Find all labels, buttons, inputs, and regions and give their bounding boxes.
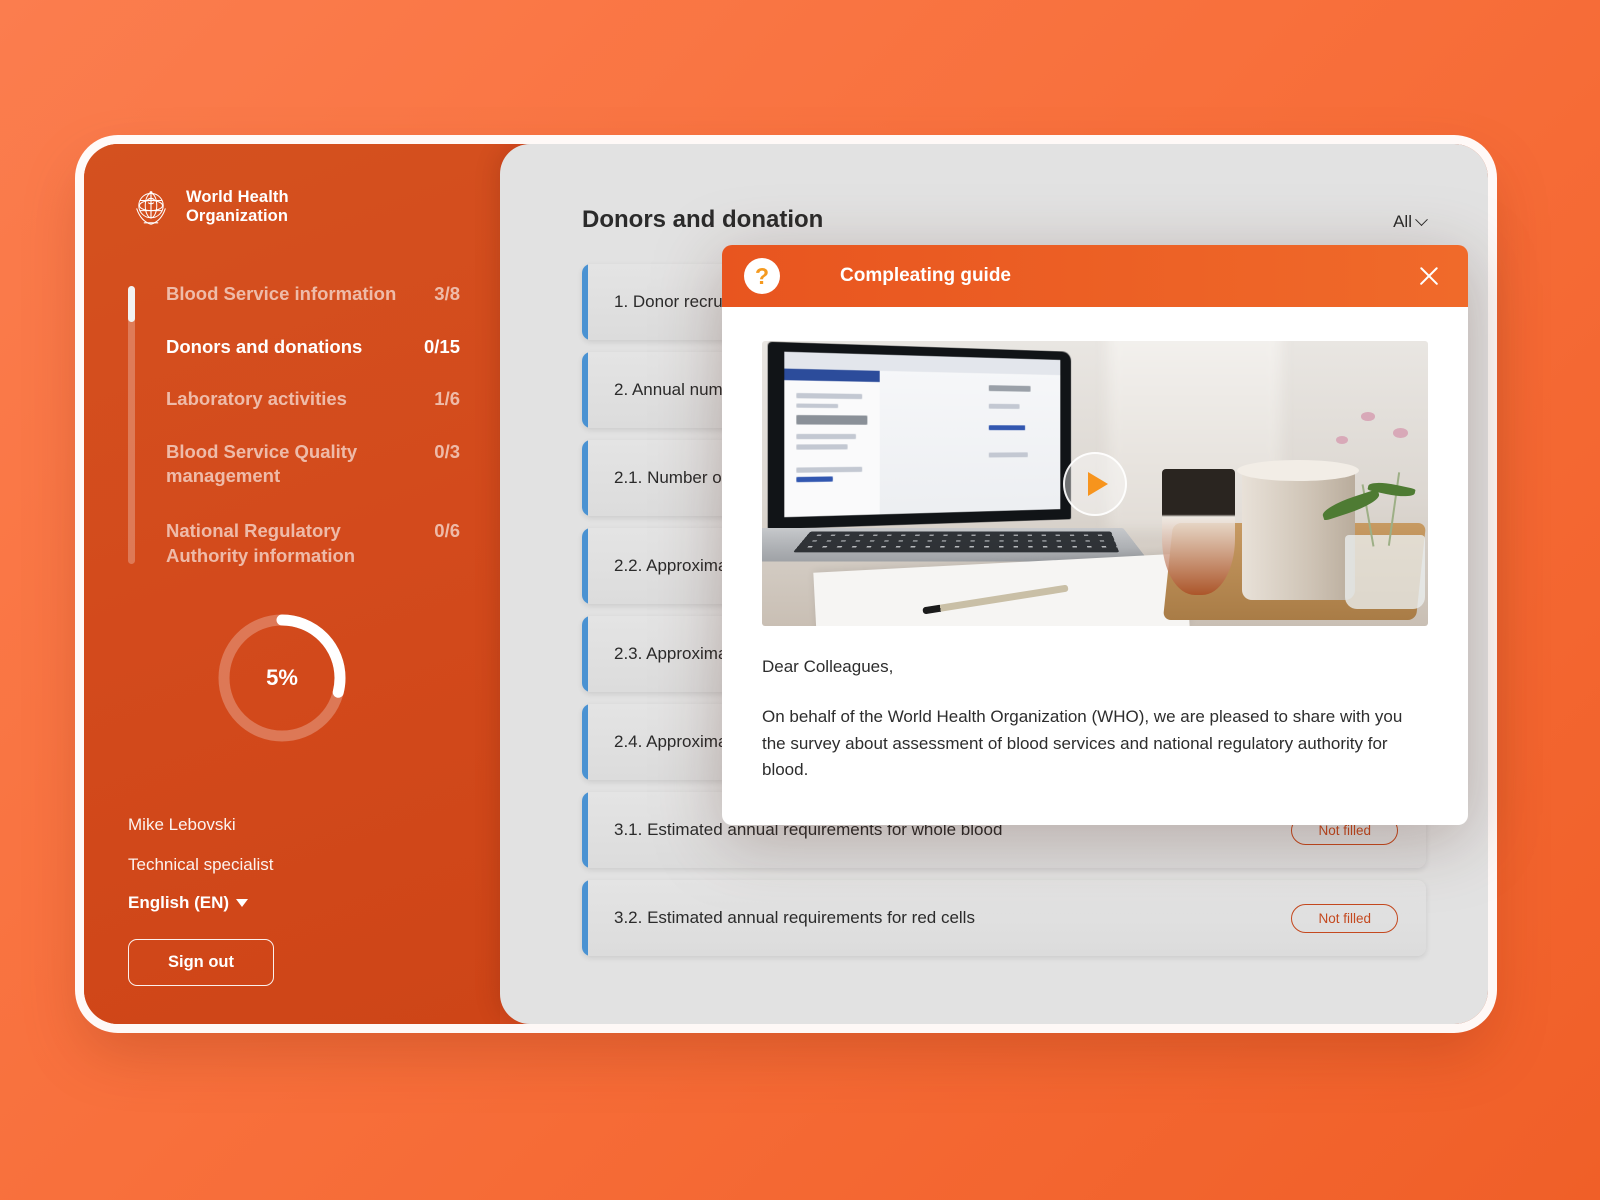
sidebar-item-label: Blood Service Quality management <box>166 440 358 487</box>
progress-value: 5% <box>266 665 298 691</box>
sidebar-item-count: 0/3 <box>434 440 460 462</box>
account-block: Mike Lebovski Technical specialist Engli… <box>128 815 458 986</box>
main-header: Donors and donation All <box>582 206 1428 234</box>
who-logo: World Health Organization <box>128 184 460 230</box>
guide-video-thumbnail[interactable] <box>762 341 1428 626</box>
coffee-mug <box>1237 459 1360 601</box>
sidebar-item-count: 3/8 <box>434 283 460 304</box>
screen-sidebar <box>784 367 880 517</box>
question-text: 3.2. Estimated annual requirements for r… <box>614 908 975 927</box>
sidebar-item-count: 0/15 <box>423 335 460 357</box>
flower-vase <box>1344 534 1425 609</box>
laptop-display <box>784 351 1061 517</box>
sidebar-item-label: National Regulatory Authority informatio… <box>166 519 356 566</box>
screen-button <box>797 476 834 482</box>
coffee-carafe <box>1161 469 1235 595</box>
sidebar-item-blood-service-information[interactable]: Blood Service information 3/8 <box>166 282 460 307</box>
sidebar-item-label: Laboratory activities <box>166 388 347 410</box>
sign-out-button[interactable]: Sign out <box>128 939 274 986</box>
plant-flower <box>1393 428 1409 438</box>
who-line-1: World Health <box>186 188 289 207</box>
question-mark-icon: ? <box>744 258 780 294</box>
progress-ring-wrapper: 5% <box>128 608 460 748</box>
modal-body: Dear Colleagues, On behalf of the World … <box>722 307 1468 826</box>
status-badge: Not filled <box>1291 903 1398 933</box>
sidebar-nav: Blood Service information 3/8 Donors and… <box>128 282 460 568</box>
play-icon[interactable] <box>1063 451 1127 516</box>
screen-line <box>797 402 839 409</box>
sidebar-item-blood-service-quality-management[interactable]: Blood Service Quality management 0/3 <box>166 440 460 489</box>
page-title: Donors and donation <box>582 206 824 233</box>
modal-paragraph: On behalf of the World Health Organizati… <box>762 707 1403 780</box>
who-wordmark: World Health Organization <box>186 188 289 226</box>
sidebar-item-count: 1/6 <box>434 388 460 410</box>
filter-label: All <box>1393 212 1412 231</box>
screen-line <box>989 452 1028 458</box>
screen-line <box>797 392 863 399</box>
screen-line <box>797 466 863 473</box>
who-line-2: Organization <box>186 207 289 225</box>
completing-guide-modal: ? Compleating guide Dear Colleagues, On … <box>722 245 1468 826</box>
language-selector[interactable]: English (EN) <box>128 893 249 913</box>
sidebar: World Health Organization Blood Service … <box>84 144 500 1024</box>
chevron-down-icon <box>236 899 249 907</box>
plant-flower <box>1361 412 1375 421</box>
question-row[interactable]: 3.2. Estimated annual requirements for r… <box>582 880 1426 956</box>
screen-line <box>989 403 1021 409</box>
language-label: English (EN) <box>128 893 230 912</box>
laptop-screen <box>768 341 1072 529</box>
modal-greeting: Dear Colleagues, <box>762 657 894 676</box>
screen-line <box>797 443 848 449</box>
screen-highlight <box>784 367 880 382</box>
sidebar-item-count: 0/6 <box>434 519 460 541</box>
play-triangle <box>1087 471 1108 496</box>
modal-title: Compleating guide <box>840 265 1011 286</box>
sidebar-item-laboratory-activities[interactable]: Laboratory activities 1/6 <box>166 387 460 412</box>
account-name: Mike Lebovski <box>128 815 236 834</box>
completion-progress-ring: 5% <box>212 608 352 748</box>
nav-scroll-track[interactable] <box>128 286 135 564</box>
sidebar-item-donors-and-donations[interactable]: Donors and donations 0/15 <box>166 335 460 360</box>
who-emblem-icon <box>128 184 174 230</box>
sidebar-item-national-regulatory-authority-information[interactable]: National Regulatory Authority informatio… <box>166 519 460 568</box>
close-icon[interactable] <box>1414 261 1444 291</box>
screen-button <box>989 424 1026 430</box>
screen-line <box>989 384 1031 392</box>
filter-dropdown[interactable]: All <box>1393 212 1428 232</box>
nav-scroll-thumb[interactable] <box>128 286 135 322</box>
sidebar-item-label: Donors and donations <box>166 335 363 357</box>
notebook-paper <box>813 553 1190 626</box>
account-role: Technical specialist <box>128 855 274 874</box>
screen-thumbs <box>797 414 869 425</box>
sidebar-item-label: Blood Service information <box>166 283 397 304</box>
laptop-keyboard <box>792 531 1120 553</box>
chevron-down-icon <box>1415 212 1428 226</box>
screen-line <box>797 434 857 440</box>
modal-header: ? Compleating guide <box>722 245 1468 307</box>
plant-flower <box>1336 435 1349 444</box>
